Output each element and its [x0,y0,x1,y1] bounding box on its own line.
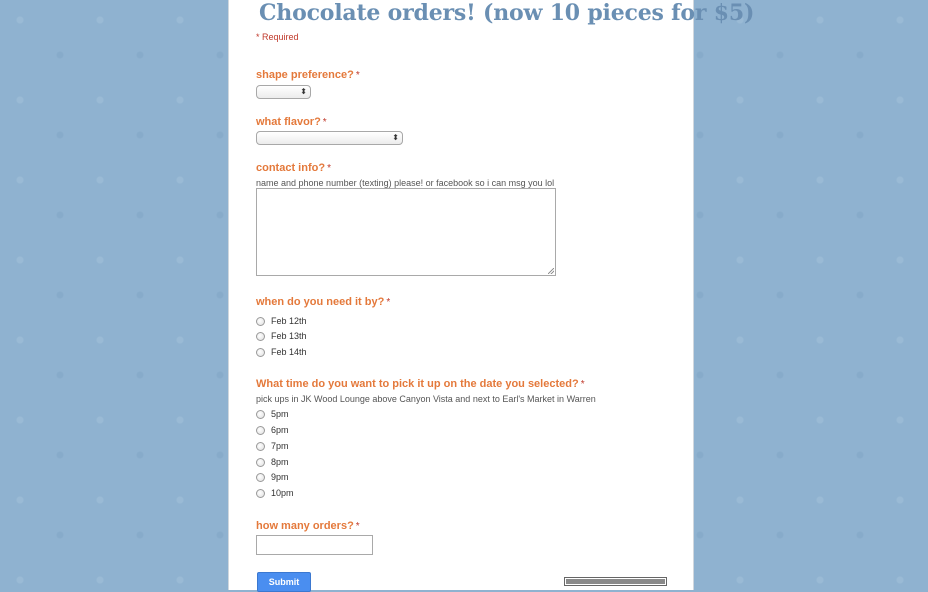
radio-label: Feb 14th [271,347,307,357]
resize-handle-icon[interactable] [548,268,554,274]
shape-select[interactable]: ⬍ [256,85,311,99]
radio-label: 8pm [271,457,289,467]
form-panel: Chocolate orders! (now 10 pieces for $5)… [228,0,754,592]
time-option-9pm[interactable]: 9pm [256,471,289,483]
radio-button[interactable] [256,409,265,419]
select-arrows-icon: ⬍ [300,87,307,96]
radio-button[interactable] [256,316,265,326]
question-contact-label: contact info? * [256,162,331,174]
required-star: * [580,379,585,390]
time-option-7pm[interactable]: 7pm [256,440,289,452]
required-star: * [355,521,360,532]
question-contact-text: contact info? [256,162,326,174]
question-flavor-label: what flavor? * [256,116,327,128]
radio-button[interactable] [256,457,265,467]
time-option-5pm[interactable]: 5pm [256,408,289,420]
question-time-text: What time do you want to pick it up on t… [256,378,579,390]
radio-label: Feb 12th [271,316,307,326]
date-option-feb-14[interactable]: Feb 14th [256,346,307,358]
question-shape-text: shape preference? [256,69,354,81]
question-quantity-text: how many orders? [256,520,354,532]
required-star: * [327,163,331,174]
date-option-feb-12[interactable]: Feb 12th [256,315,307,327]
radio-button[interactable] [256,331,265,341]
question-date-label: when do you need it by? * [256,296,390,308]
question-time-label: What time do you want to pick it up on t… [256,378,585,390]
radio-button[interactable] [256,425,265,435]
form-title: Chocolate orders! (now 10 pieces for $5) [259,0,755,26]
required-star: * [355,70,360,81]
radio-label: Feb 13th [271,331,307,341]
radio-button[interactable] [256,488,265,498]
question-shape-label: shape preference? * [256,69,360,81]
flavor-select[interactable]: ⬍ [256,131,403,145]
radio-button[interactable] [256,472,265,482]
time-option-6pm[interactable]: 6pm [256,424,289,436]
question-quantity-label: how many orders? * [256,520,360,532]
time-help-text: pick ups in JK Wood Lounge above Canyon … [256,394,596,404]
required-star: * [386,297,391,308]
select-arrows-icon: ⬍ [392,133,399,142]
question-flavor-text: what flavor? [256,116,321,128]
question-date-text: when do you need it by? [256,296,385,308]
contact-textarea[interactable] [256,188,556,276]
time-option-8pm[interactable]: 8pm [256,456,289,468]
progress-fill [566,579,665,584]
date-option-feb-13[interactable]: Feb 13th [256,330,307,342]
required-note: * Required [256,32,299,42]
radio-label: 9pm [271,472,289,482]
progress-bar [564,577,667,586]
quantity-input[interactable] [256,535,373,555]
time-option-10pm[interactable]: 10pm [256,487,294,499]
contact-help-text: name and phone number (texting) please! … [256,178,555,188]
radio-button[interactable] [256,347,265,357]
required-star: * [322,117,327,128]
radio-label: 10pm [271,488,294,498]
radio-label: 6pm [271,425,289,435]
radio-button[interactable] [256,441,265,451]
radio-label: 5pm [271,409,289,419]
submit-button[interactable]: Submit [257,572,311,592]
radio-label: 7pm [271,441,289,451]
